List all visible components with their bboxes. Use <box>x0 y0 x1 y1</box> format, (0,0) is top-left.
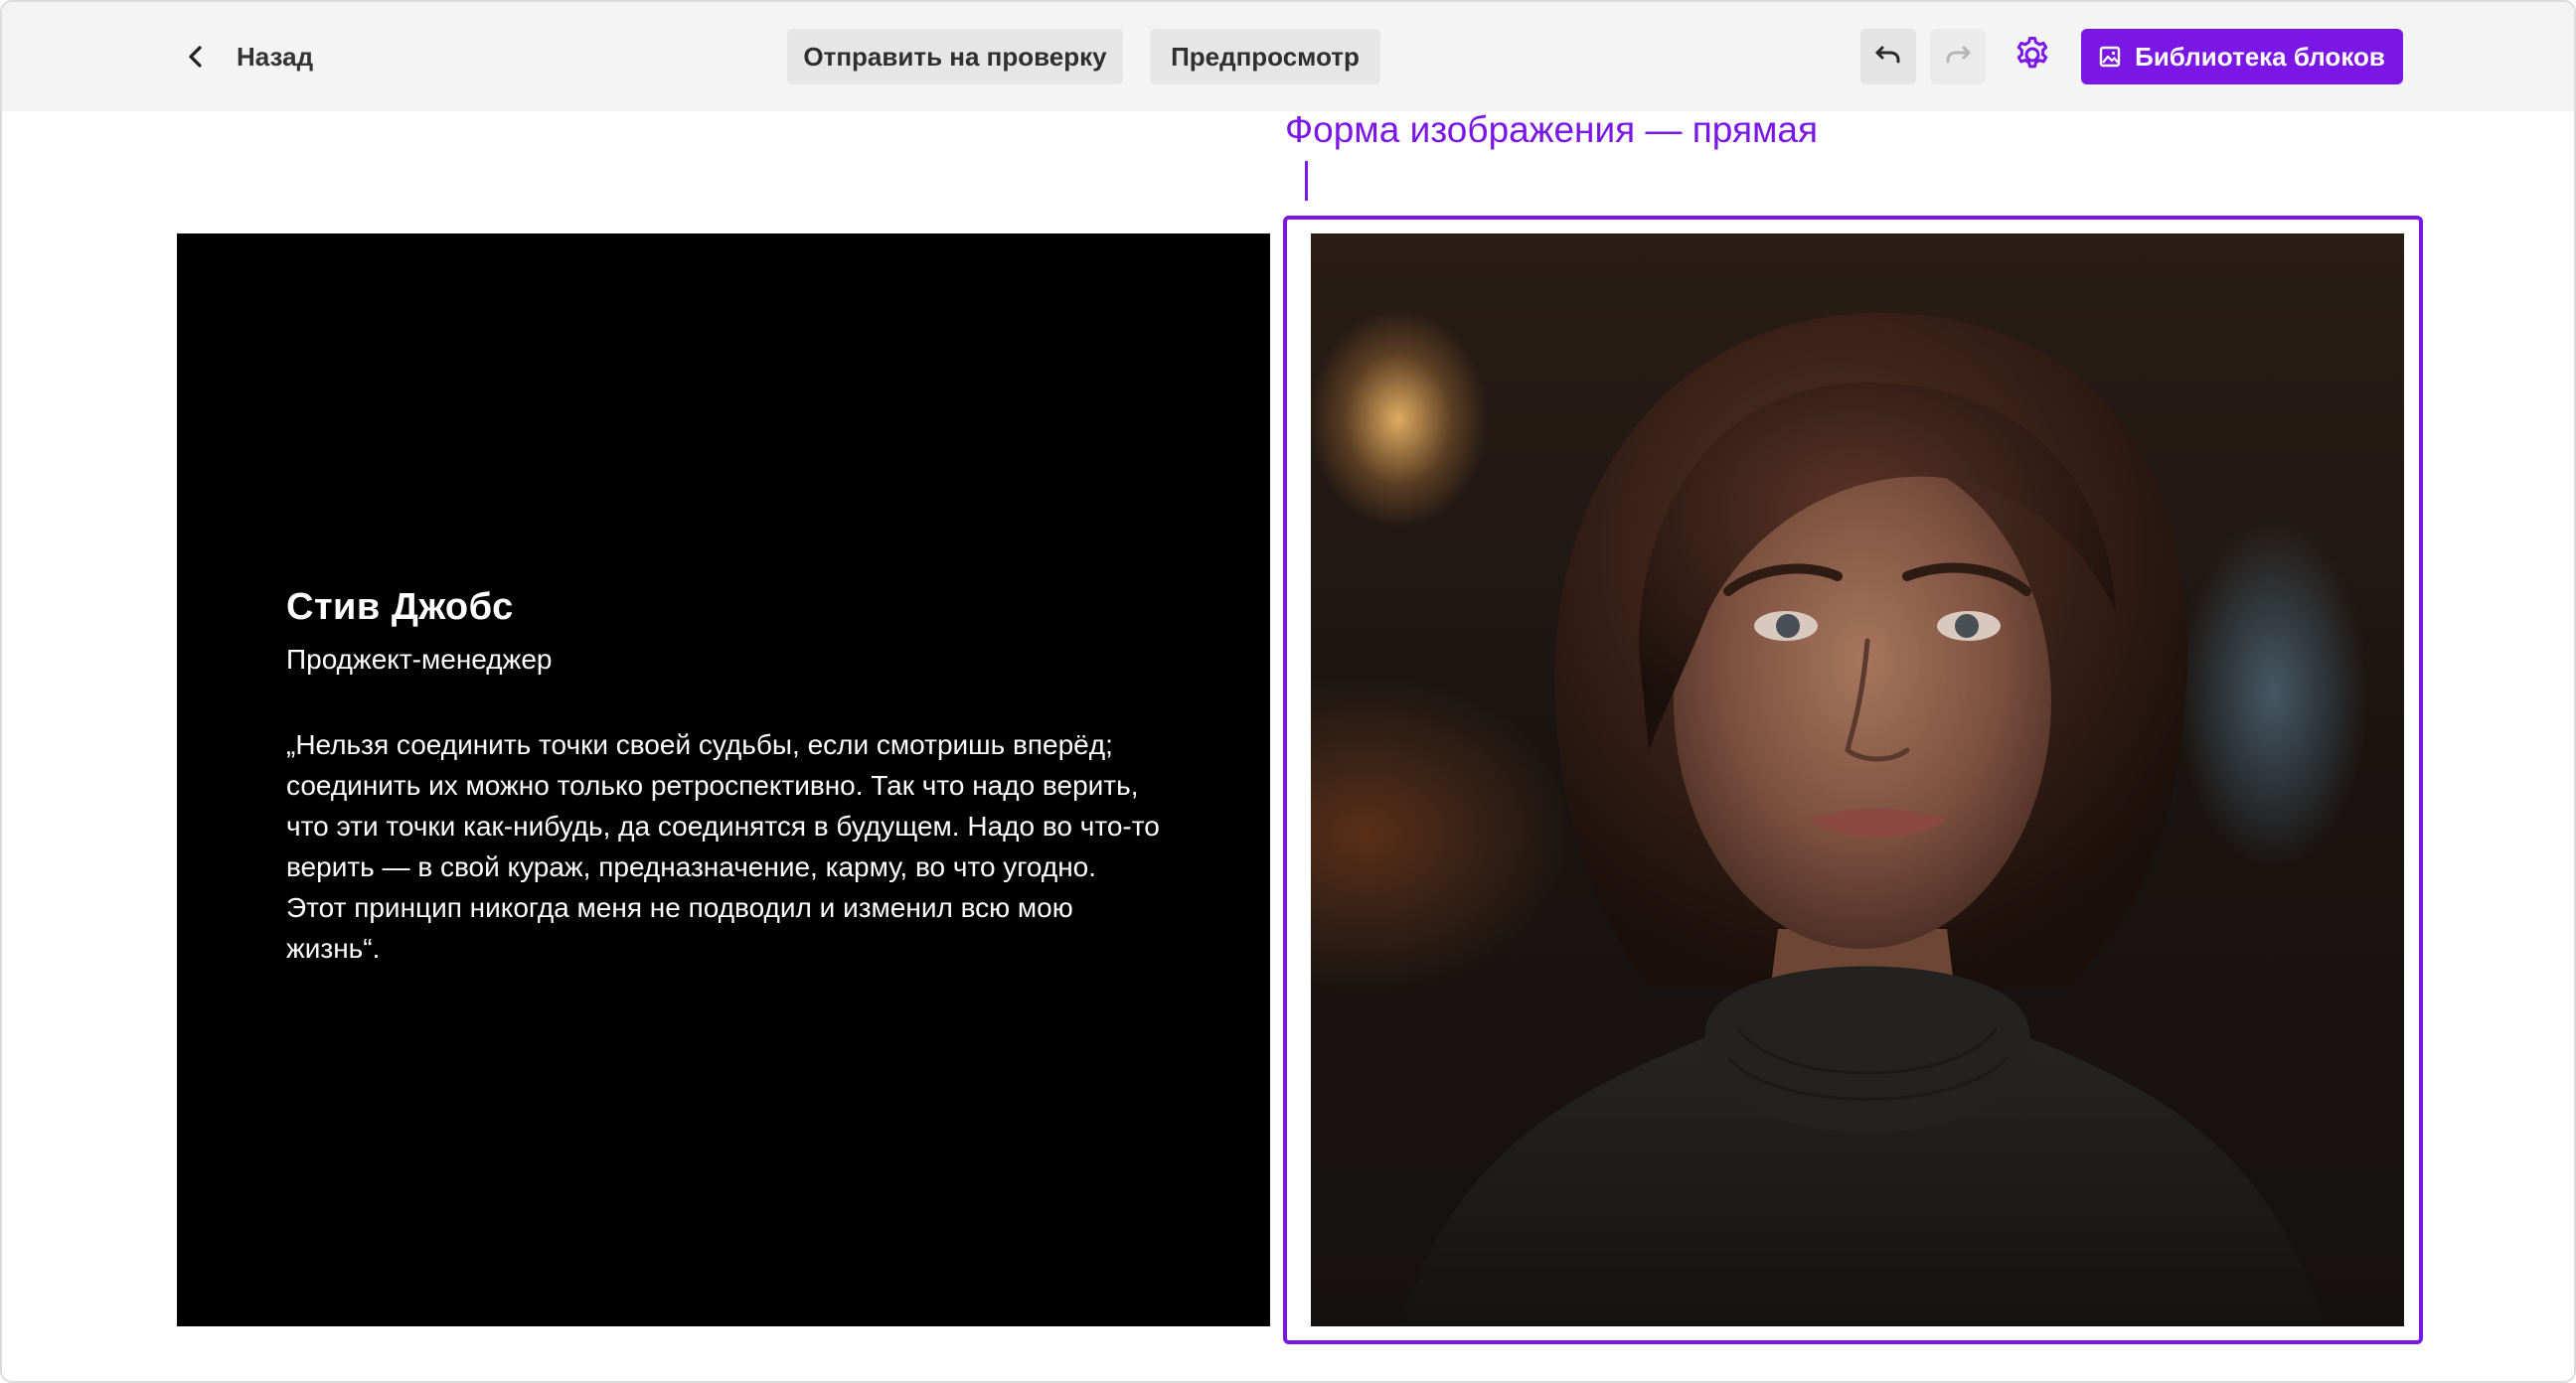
person-name: Стив Джобс <box>286 586 514 628</box>
quote-text: „Нельзя соединить точки своей судьбы, ес… <box>286 729 1160 964</box>
settings-button[interactable] <box>2005 29 2060 84</box>
portrait-illustration <box>1400 312 2325 1326</box>
portrait-photo[interactable] <box>1311 233 2404 1326</box>
image-shape-annotation: Форма изображения — прямая <box>1285 109 1819 150</box>
redo-button[interactable] <box>1930 29 1986 84</box>
block-library-button[interactable]: Библиотека блоков <box>2081 29 2403 84</box>
redo-icon <box>1944 43 1972 72</box>
quote-block[interactable]: Стив Джобс Проджект-менеджер „Нельзя сое… <box>177 233 1270 1326</box>
person-role: Проджект-менеджер <box>286 644 553 675</box>
image-icon <box>2099 46 2121 68</box>
gear-icon <box>2012 35 2052 79</box>
submit-for-review-button[interactable]: Отправить на проверку <box>787 29 1123 84</box>
preview-button[interactable]: Предпросмотр <box>1150 29 1380 84</box>
top-toolbar: Назад Отправить на проверку Предпросмотр <box>2 2 2574 111</box>
chevron-left-icon <box>179 40 213 74</box>
annotation-pointer <box>1305 161 1308 201</box>
back-label: Назад <box>237 41 314 72</box>
undo-button[interactable] <box>1860 29 1916 84</box>
undo-icon <box>1874 43 1902 72</box>
editor-window: Назад Отправить на проверку Предпросмотр <box>0 0 2576 1383</box>
block-library-label: Библиотека блоков <box>2135 41 2385 72</box>
back-button[interactable]: Назад <box>179 32 313 81</box>
